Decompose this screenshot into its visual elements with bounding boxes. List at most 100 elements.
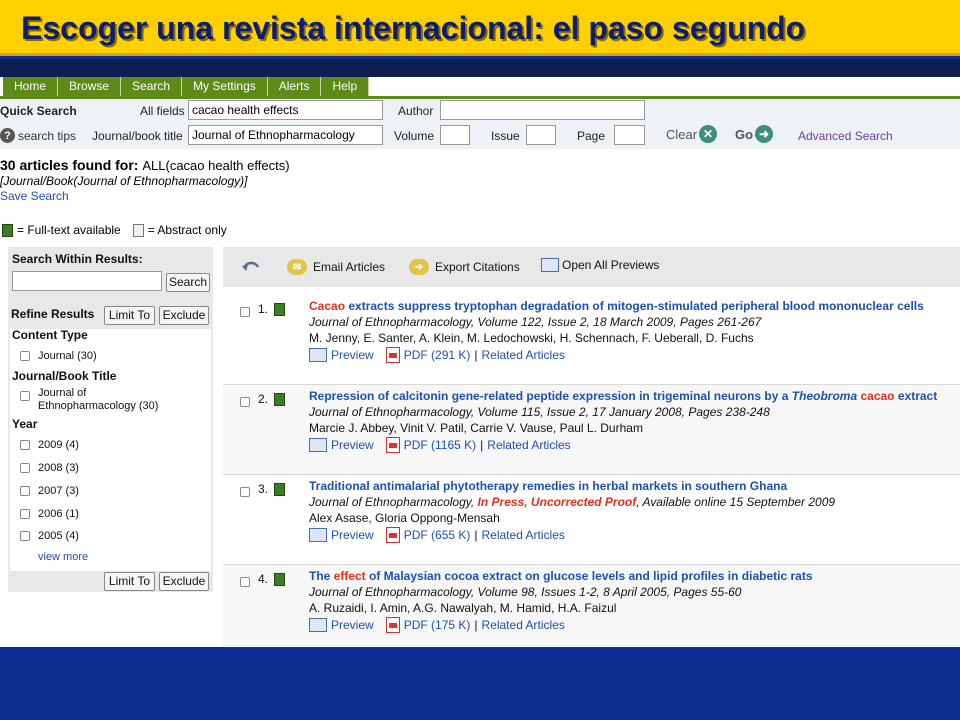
issue-input[interactable] (526, 125, 556, 145)
author-label: Author (398, 104, 434, 118)
related-articles-link[interactable]: Related Articles (482, 348, 565, 362)
access-legend: = Full-text available = Abstract only (2, 223, 227, 237)
title-italic: Theobroma (791, 389, 858, 403)
export-icon: ➜ (409, 259, 429, 275)
result-journal: Journal of Ethnopharmacology, Volume 98,… (309, 585, 742, 599)
pdf-icon (385, 347, 400, 363)
facet-ethno-checkbox[interactable] (20, 391, 30, 401)
preview-link[interactable]: Preview (331, 438, 374, 452)
preview-icon (309, 618, 327, 632)
export-citations-button[interactable]: ➜ Export Citations (409, 259, 520, 275)
result-journal: Journal of Ethnopharmacology, Volume 115… (309, 405, 770, 419)
preview-icon (309, 438, 327, 452)
clear-button[interactable]: Clear ✕ (666, 125, 718, 143)
issue-label: Issue (491, 129, 520, 143)
result-title-link[interactable]: The effect of Malaysian cocoa extract on… (309, 569, 813, 583)
search-tips-link[interactable]: ? search tips (0, 128, 76, 143)
related-articles-link[interactable]: Related Articles (487, 438, 570, 452)
limit-to-button-bottom[interactable]: Limit To (104, 572, 155, 591)
author-input[interactable] (440, 100, 645, 120)
pdf-icon (385, 527, 400, 543)
result-journal: Journal of Ethnopharmacology, In Press, … (309, 495, 835, 509)
exclude-button-bottom[interactable]: Exclude (159, 572, 209, 591)
nav-search[interactable]: Search (121, 77, 183, 96)
exclude-button-top[interactable]: Exclude (159, 306, 209, 325)
result-checkbox[interactable] (240, 397, 250, 407)
advanced-search-link[interactable]: Advanced Search (798, 129, 893, 143)
all-fields-input[interactable] (188, 100, 383, 120)
view-more-link[interactable]: view more (38, 551, 88, 563)
facet-year-2008-checkbox[interactable] (20, 463, 30, 473)
preview-all-icon (541, 258, 559, 272)
facet-year-2009-checkbox[interactable] (20, 440, 30, 450)
result-title-link[interactable]: Traditional antimalarial phytotherapy re… (309, 479, 787, 493)
result-row: 2. Repression of calcitonin gene-related… (223, 385, 960, 475)
help-icon: ? (0, 128, 15, 143)
page-label: Page (577, 129, 606, 143)
save-search-link[interactable]: Save Search (0, 189, 500, 203)
main-nav: Home Browse Search My Settings Alerts He… (3, 77, 370, 96)
preview-icon (309, 348, 327, 362)
nav-alerts[interactable]: Alerts (267, 77, 322, 96)
search-within-input[interactable] (12, 271, 162, 291)
result-title-link[interactable]: Cacao extracts suppress tryptophan degra… (309, 299, 924, 313)
related-articles-link[interactable]: Related Articles (482, 618, 565, 632)
full-text-doc-icon (2, 223, 13, 237)
pdf-link[interactable]: PDF (655 K) (404, 528, 471, 542)
link-separator: | (474, 528, 478, 542)
refine-results-label: Refine Results (11, 307, 95, 321)
journal-title-label: Journal/book title (92, 129, 183, 143)
preview-link[interactable]: Preview (331, 618, 374, 632)
title-divider-band (0, 59, 960, 77)
facet-ethno-line2: Ethnopharmacology (30) (38, 400, 159, 412)
facet-year-2005-checkbox[interactable] (20, 531, 30, 541)
pdf-icon (385, 437, 400, 453)
nav-home[interactable]: Home (3, 77, 59, 96)
nav-help[interactable]: Help (321, 77, 370, 96)
clear-x-icon: ✕ (699, 125, 718, 143)
go-label: Go (735, 126, 754, 142)
result-number: 1. (258, 302, 269, 316)
go-button[interactable]: Go ➜ (735, 125, 774, 143)
results-query: ALL(cacao health effects) (142, 158, 290, 173)
result-journal: Journal of Ethnopharmacology, Volume 122… (309, 315, 762, 329)
facet-journal-checkbox[interactable] (20, 351, 30, 361)
nav-browse[interactable]: Browse (58, 77, 122, 96)
facet-ethno: Journal of Ethnopharmacology (30) (38, 387, 158, 413)
pdf-link[interactable]: PDF (175 K) (404, 618, 471, 632)
nav-my-settings[interactable]: My Settings (182, 77, 268, 96)
volume-label: Volume (394, 129, 435, 143)
result-checkbox[interactable] (240, 307, 250, 317)
quick-search-label: Quick Search (0, 104, 77, 118)
facet-year-2007-checkbox[interactable] (20, 486, 30, 496)
link-separator: | (474, 348, 478, 362)
facet-year-2006-checkbox[interactable] (20, 509, 30, 519)
result-title-link[interactable]: Repression of calcitonin gene-related pe… (309, 389, 937, 403)
journal-title-input[interactable] (188, 125, 383, 145)
preview-link[interactable]: Preview (331, 528, 374, 542)
open-all-previews-button[interactable]: Open All Previews (541, 258, 659, 272)
email-articles-button[interactable]: ✉ Email Articles (287, 259, 385, 275)
year-heading: Year (12, 417, 38, 431)
result-links: Preview PDF (291 K) | Related Articles (309, 347, 565, 363)
back-arrow-icon[interactable] (241, 259, 261, 273)
journal-text: Journal of Ethnopharmacology, (309, 495, 478, 509)
volume-input[interactable] (440, 125, 470, 145)
related-articles-link[interactable]: Related Articles (482, 528, 565, 542)
title-text: The (309, 569, 334, 583)
result-checkbox[interactable] (240, 577, 250, 587)
result-row: 3. Traditional antimalarial phytotherapy… (223, 475, 960, 565)
search-within-button[interactable]: Search (166, 273, 210, 292)
result-number: 4. (258, 572, 269, 586)
title-highlight: effect (333, 569, 366, 583)
preview-icon (309, 528, 327, 542)
page-input[interactable] (614, 125, 645, 145)
result-checkbox[interactable] (240, 487, 250, 497)
pdf-link[interactable]: PDF (291 K) (404, 348, 471, 362)
title-text: extracts suppress tryptophan degradation… (345, 299, 924, 313)
jb-title-heading: Journal/Book Title (12, 369, 117, 383)
limit-to-button-top[interactable]: Limit To (104, 306, 155, 325)
pdf-link[interactable]: PDF (1165 K) (404, 438, 476, 452)
preview-link[interactable]: Preview (331, 348, 374, 362)
pdf-icon (385, 617, 400, 633)
